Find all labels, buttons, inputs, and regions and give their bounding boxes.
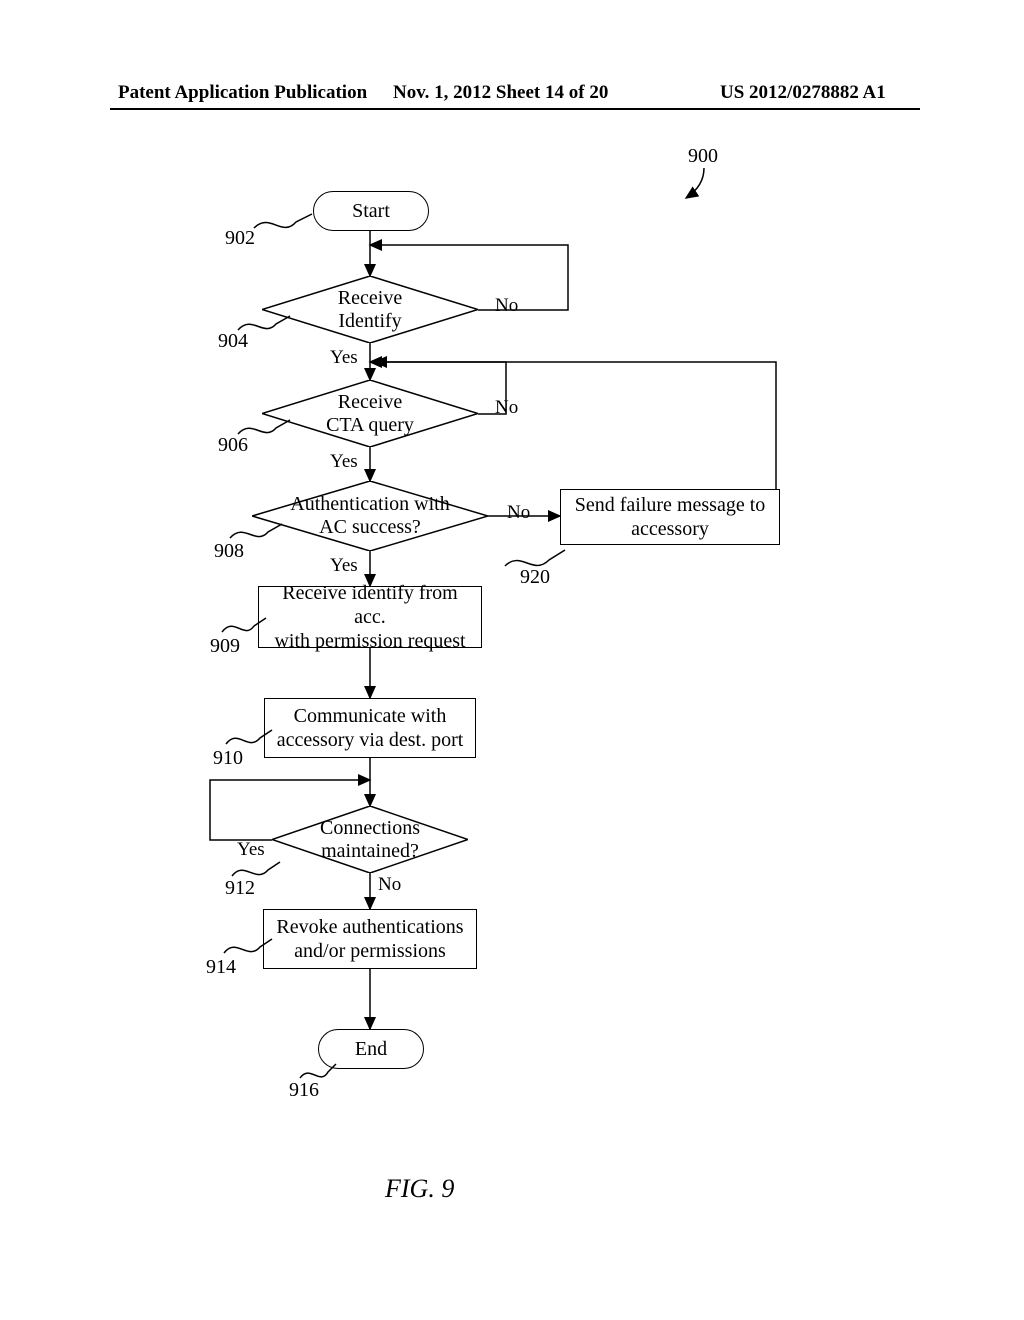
process-910-label: Communicate with accessory via dest. por… bbox=[277, 704, 464, 752]
ref-914: 914 bbox=[206, 956, 236, 979]
flowchart-wires bbox=[0, 0, 1024, 1320]
decision-912: Connections maintained? bbox=[272, 806, 468, 873]
decision-908: Authentication with AC success? bbox=[252, 481, 488, 551]
process-910: Communicate with accessory via dest. por… bbox=[264, 698, 476, 758]
process-920-label: Send failure message to accessory bbox=[575, 493, 766, 541]
ref-910: 910 bbox=[213, 747, 243, 770]
figure-label: FIG. 9 bbox=[385, 1174, 454, 1204]
fig-callout-900: 900 bbox=[688, 145, 718, 168]
lead-908 bbox=[228, 518, 286, 542]
fig-callout-arrow bbox=[680, 166, 730, 206]
ref-916: 916 bbox=[289, 1079, 319, 1102]
edge-908-no: No bbox=[507, 502, 530, 524]
ref-902: 902 bbox=[225, 227, 255, 250]
terminator-start: Start bbox=[313, 191, 429, 231]
edge-904-no: No bbox=[495, 295, 518, 317]
ref-908: 908 bbox=[214, 540, 244, 563]
terminator-start-label: Start bbox=[352, 200, 390, 223]
ref-912: 912 bbox=[225, 877, 255, 900]
process-920: Send failure message to accessory bbox=[560, 489, 780, 545]
edge-912-no: No bbox=[378, 874, 401, 896]
decision-906-label: Receive CTA query bbox=[262, 380, 478, 447]
process-909-label: Receive identify from acc. with permissi… bbox=[265, 581, 475, 653]
process-909: Receive identify from acc. with permissi… bbox=[258, 586, 482, 648]
decision-904: Receive Identify bbox=[262, 276, 478, 343]
edge-908-yes: Yes bbox=[330, 555, 358, 577]
lead-914 bbox=[222, 933, 276, 957]
decision-912-label: Connections maintained? bbox=[272, 806, 468, 873]
process-914: Revoke authentications and/or permission… bbox=[263, 909, 477, 969]
edge-906-yes: Yes bbox=[330, 451, 358, 473]
decision-906: Receive CTA query bbox=[262, 380, 478, 447]
ref-906: 906 bbox=[218, 434, 248, 457]
ref-920: 920 bbox=[520, 566, 550, 589]
process-914-label: Revoke authentications and/or permission… bbox=[276, 915, 463, 963]
edge-904-yes: Yes bbox=[330, 347, 358, 369]
lead-902 bbox=[252, 208, 316, 232]
ref-904: 904 bbox=[218, 330, 248, 353]
edge-906-no: No bbox=[495, 397, 518, 419]
ref-909: 909 bbox=[210, 635, 240, 658]
lead-909 bbox=[220, 612, 270, 636]
lead-910 bbox=[224, 724, 276, 748]
terminator-end-label: End bbox=[355, 1038, 387, 1061]
decision-904-label: Receive Identify bbox=[262, 276, 478, 343]
decision-908-label: Authentication with AC success? bbox=[252, 481, 488, 551]
